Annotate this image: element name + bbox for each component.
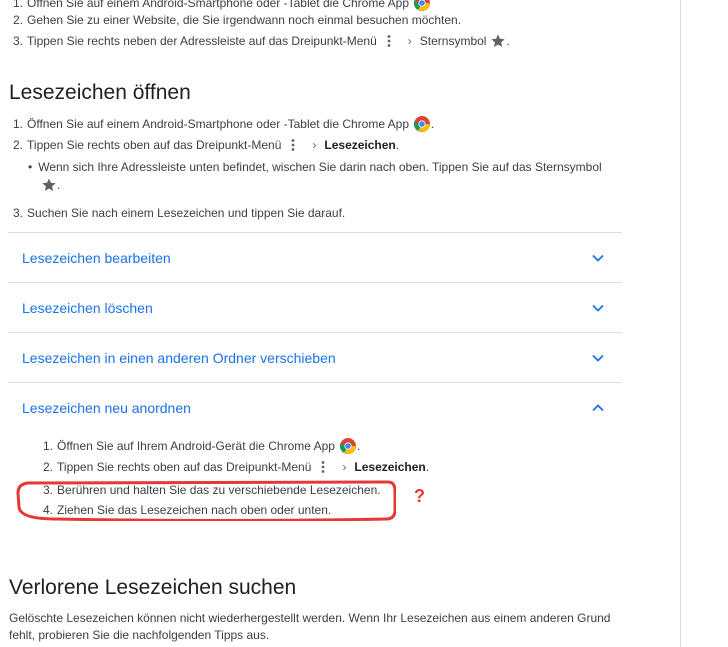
- section-heading-open: Lesezeichen öffnen: [9, 81, 191, 104]
- lost-paragraph-line2: fehlt, probieren Sie die nachfolgenden T…: [9, 628, 270, 642]
- top-step-1: 1. Öffnen Sie auf einem Android-Smartpho…: [13, 0, 431, 12]
- chevron-up-icon: [592, 403, 604, 411]
- top-step-3: 3. Tippen Sie rechts neben der Adresslei…: [13, 33, 510, 49]
- accordion-item-move[interactable]: Lesezeichen in einen anderen Ordner vers…: [8, 332, 622, 382]
- accordion: Lesezeichen bearbeiten Lesezeichen lösch…: [8, 232, 622, 432]
- chevron-down-icon: [592, 254, 604, 262]
- right-divider: [680, 0, 681, 647]
- more-vert-icon: [316, 460, 330, 474]
- accordion-item-edit[interactable]: Lesezeichen bearbeiten: [8, 232, 622, 282]
- lost-paragraph-line1: Gelöschte Lesezeichen können nicht wiede…: [9, 611, 611, 625]
- chevron-right-icon: ›: [342, 460, 347, 474]
- open-step-1: 1. Öffnen Sie auf einem Android-Smartpho…: [13, 115, 435, 133]
- accordion-item-delete[interactable]: Lesezeichen löschen: [8, 282, 622, 332]
- chrome-icon: [413, 115, 431, 133]
- chrome-icon: [413, 0, 431, 12]
- star-icon: [490, 33, 506, 49]
- more-vert-icon: [286, 138, 300, 152]
- chrome-icon: [339, 437, 357, 455]
- chevron-right-icon: ›: [312, 138, 317, 152]
- open-step-2: 2. Tippen Sie rechts oben auf das Dreipu…: [13, 138, 400, 152]
- section-heading-lost: Verlorene Lesezeichen suchen: [9, 576, 297, 599]
- reorder-step-1: 1. Öffnen Sie auf Ihrem Android-Gerät di…: [43, 437, 361, 455]
- chevron-right-icon: ›: [407, 34, 412, 48]
- chevron-down-icon: [592, 304, 604, 312]
- more-vert-icon: [382, 34, 396, 48]
- open-bullet: • Wenn sich Ihre Adressleiste unten befin…: [28, 160, 602, 174]
- bullet-dot: •: [28, 160, 33, 174]
- help-page: 1. Öffnen Sie auf einem Android-Smartpho…: [0, 0, 728, 647]
- star-icon: [41, 177, 57, 193]
- reorder-step-2: 2. Tippen Sie rechts oben auf das Dreipu…: [43, 460, 430, 474]
- chevron-down-icon: [592, 354, 604, 362]
- question-mark-annotation: ?: [414, 486, 425, 506]
- red-annotation-ellipse: [16, 480, 396, 521]
- open-step-3: 3. Suchen Sie nach einem Lesezeichen und…: [13, 206, 346, 220]
- top-step-2: 2. Gehen Sie zu einer Website, die Sie i…: [13, 13, 462, 27]
- open-bullet-cont: .: [41, 177, 60, 193]
- accordion-item-reorder[interactable]: Lesezeichen neu anordnen: [8, 382, 622, 432]
